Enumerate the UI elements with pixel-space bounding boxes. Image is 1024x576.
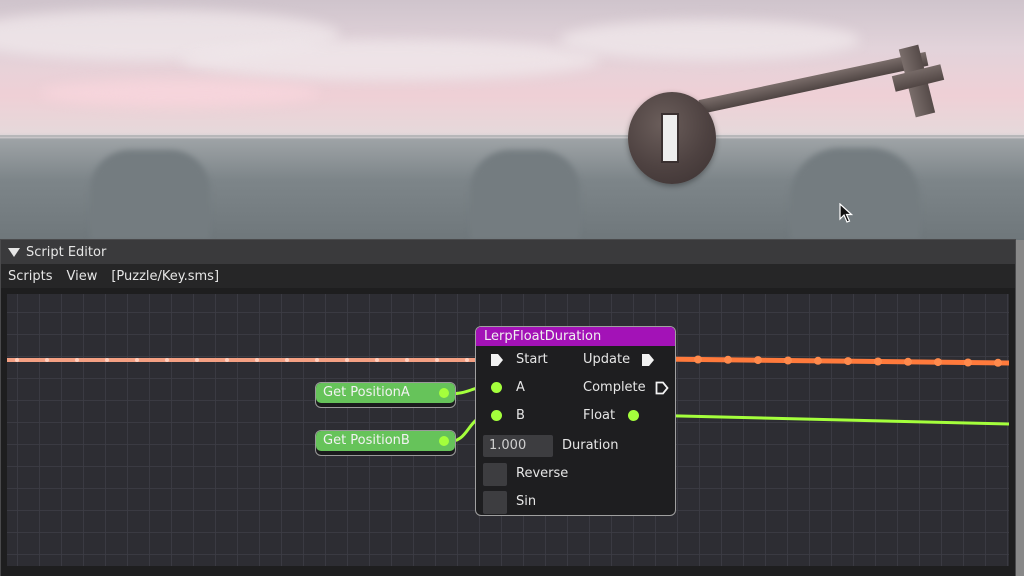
cloud: [180, 40, 600, 80]
collapse-triangle-icon[interactable]: [8, 247, 20, 257]
sin-label: Sin: [516, 494, 537, 509]
duration-input[interactable]: 1.000: [483, 435, 553, 457]
exec-pin-icon[interactable]: [490, 353, 504, 367]
exec-pin-icon[interactable]: [655, 381, 669, 395]
node-title: LerpFloatDuration: [476, 327, 675, 346]
window-titlebar[interactable]: Script Editor: [1, 240, 1015, 264]
output-float-pin[interactable]: [628, 410, 639, 421]
output-float-label: Float: [583, 408, 616, 423]
node-label: Get PositionA: [316, 383, 455, 403]
menu-view[interactable]: View: [61, 269, 104, 284]
input-b-label: B: [516, 408, 525, 423]
key-slot: [661, 113, 679, 163]
exec-pin-icon[interactable]: [641, 353, 655, 367]
input-a-pin[interactable]: [491, 382, 502, 393]
exec-wire-update[interactable]: [656, 356, 1009, 366]
output-update-label: Update: [583, 352, 631, 367]
node-graph-canvas[interactable]: Get PositionA Get PositionB LerpFloatDur…: [7, 294, 1009, 566]
node-get-position-a[interactable]: Get PositionA: [315, 382, 456, 408]
menubar: Scripts View [Puzzle/Key.sms]: [1, 264, 1015, 288]
menu-scripts[interactable]: Scripts: [3, 269, 59, 284]
data-pin-icon[interactable]: [439, 388, 449, 398]
node-get-position-b[interactable]: Get PositionB: [315, 430, 456, 456]
reverse-checkbox[interactable]: [483, 463, 507, 486]
duration-label: Duration: [562, 438, 619, 453]
input-a-label: A: [516, 380, 525, 395]
mouse-cursor-icon: [839, 203, 853, 223]
script-editor-window: Script Editor Scripts View [Puzzle/Key.s…: [0, 239, 1016, 576]
cliff: [470, 150, 580, 240]
output-complete-label: Complete: [583, 380, 646, 395]
scene-viewport[interactable]: [0, 0, 1024, 240]
window-title: Script Editor: [26, 244, 107, 260]
data-pin-icon[interactable]: [439, 436, 449, 446]
cloud: [560, 20, 860, 60]
cliff: [790, 148, 920, 240]
cliff: [90, 150, 210, 240]
float-output-wire[interactable]: [638, 413, 1009, 426]
cloud: [40, 80, 320, 106]
sin-checkbox[interactable]: [483, 491, 507, 514]
node-lerp-float-duration[interactable]: LerpFloatDuration Start Update A Complet…: [475, 326, 676, 516]
input-start-label: Start: [516, 352, 548, 367]
menu-current-script[interactable]: [Puzzle/Key.sms]: [106, 269, 226, 284]
horizon-line: [0, 135, 1024, 137]
input-b-pin[interactable]: [491, 410, 502, 421]
reverse-label: Reverse: [516, 466, 569, 481]
node-label: Get PositionB: [316, 431, 455, 451]
